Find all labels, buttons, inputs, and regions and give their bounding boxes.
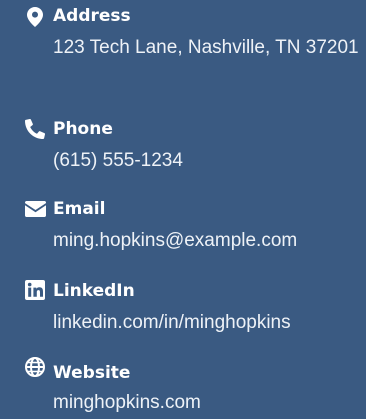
phone-value[interactable]: (615) 555-1234 xyxy=(53,147,183,175)
linkedin-value[interactable]: linkedin.com/in/minghopkins xyxy=(53,309,291,337)
globe-icon xyxy=(24,356,46,378)
email-label: Email xyxy=(53,199,106,219)
envelope-icon xyxy=(24,198,46,220)
phone-icon xyxy=(24,118,46,140)
map-pin-icon xyxy=(24,6,46,28)
linkedin-icon xyxy=(24,279,46,301)
email-value[interactable]: ming.hopkins@example.com xyxy=(53,227,297,255)
phone-label: Phone xyxy=(53,119,113,139)
website-label: Website xyxy=(53,363,131,383)
address-label: Address xyxy=(53,6,131,26)
linkedin-label: LinkedIn xyxy=(53,281,135,301)
contact-card: Address 123 Tech Lane, Nashville, TN 372… xyxy=(0,0,366,419)
website-value[interactable]: minghopkins.com xyxy=(53,389,201,417)
address-value: 123 Tech Lane, Nashville, TN 37201 xyxy=(53,37,359,58)
